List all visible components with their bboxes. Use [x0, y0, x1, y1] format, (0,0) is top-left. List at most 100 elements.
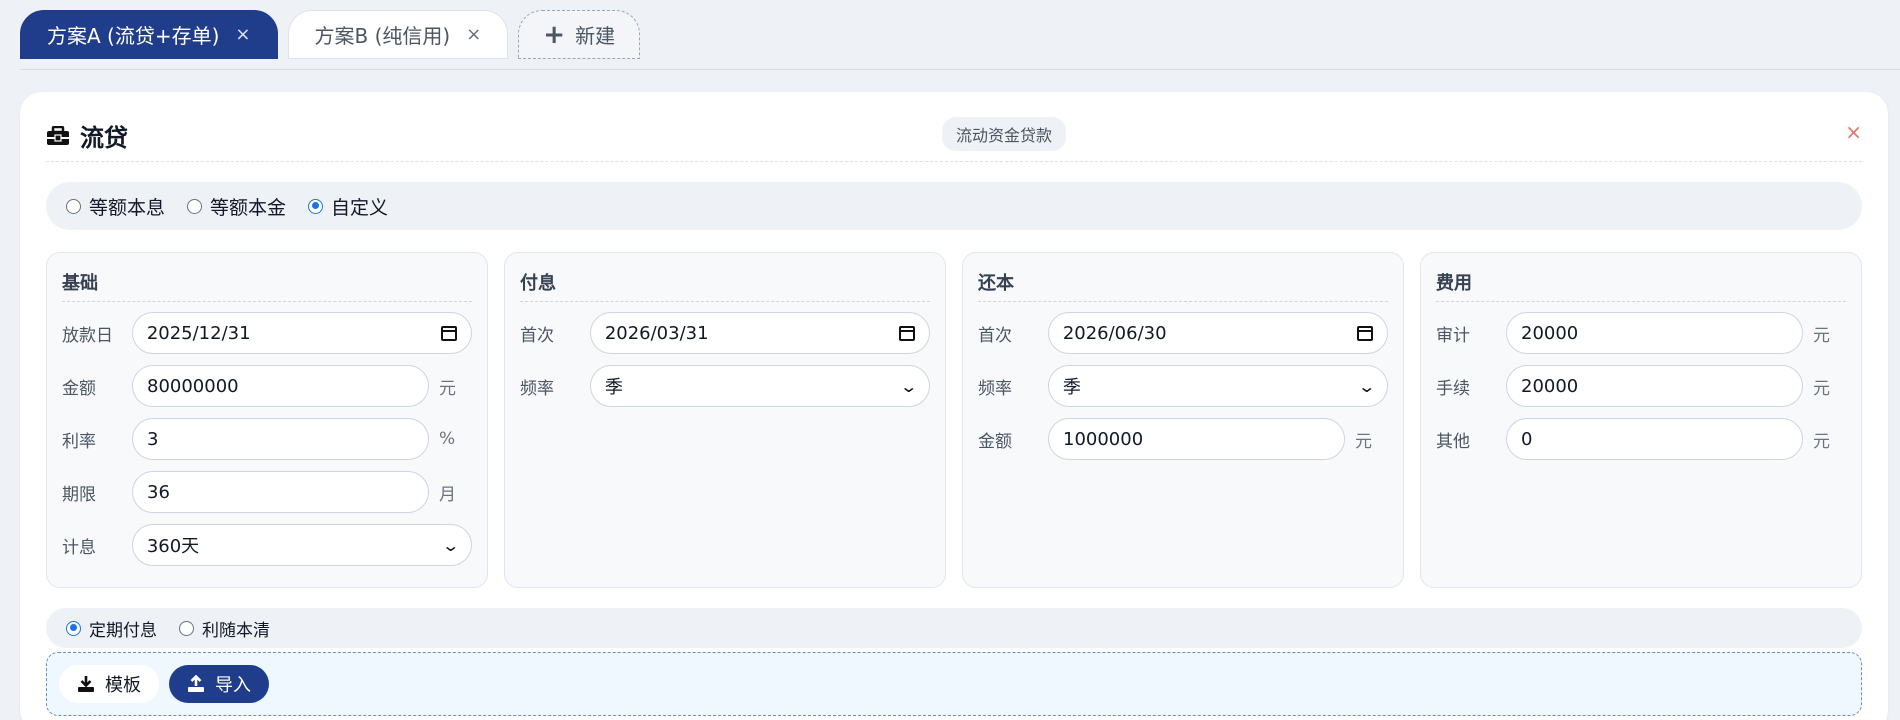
close-icon[interactable]: × — [235, 24, 250, 45]
radio-label: 自定义 — [331, 196, 389, 219]
field-label: 利率 — [62, 431, 96, 452]
panel-fees: 费用 审计 20000 元 手续 20000 元 其他 0 元 — [1420, 252, 1862, 588]
close-icon[interactable]: × — [1845, 120, 1862, 144]
toolbox-icon — [47, 125, 69, 145]
settings-panels: 基础 放款日 2025/12/31 金额 80000000 元 利率 3 % 期… — [46, 252, 1862, 588]
new-tab-button[interactable]: + 新建 — [518, 10, 641, 59]
chevron-down-icon[interactable]: ⌄ — [899, 377, 918, 396]
field-value: 0 — [1521, 428, 1533, 450]
term-input[interactable]: 36 — [132, 471, 429, 513]
field-label: 计息 — [62, 537, 96, 558]
loan-type-badge: 流动资金贷款 — [942, 117, 1067, 151]
day-count-select[interactable]: 360天 ⌄ — [131, 524, 472, 566]
new-tab-label: 新建 — [575, 24, 616, 48]
chevron-down-icon[interactable]: ⌄ — [441, 536, 460, 555]
upload-icon — [188, 675, 204, 692]
chevron-down-icon[interactable]: ⌄ — [1357, 377, 1376, 396]
tab-plan-b[interactable]: 方案B (纯信用) × — [287, 10, 509, 59]
unit-label: 月 — [439, 484, 456, 505]
field-label: 金额 — [62, 378, 96, 399]
unit-label: 元 — [1813, 431, 1830, 452]
principal-frequency-select[interactable]: 季 ⌄ — [1047, 365, 1388, 407]
tab-label: 方案A (流贷+存单) — [47, 24, 220, 48]
field-label: 放款日 — [62, 325, 113, 346]
template-download-button[interactable]: 模板 — [59, 665, 159, 703]
field-value: 360天 — [146, 536, 200, 557]
calendar-icon[interactable] — [899, 325, 915, 341]
calendar-icon[interactable] — [1357, 325, 1373, 341]
import-button[interactable]: 导入 — [169, 665, 269, 703]
radio-interest-with-principal[interactable]: 利随本清 — [179, 616, 270, 641]
field-label: 其他 — [1436, 431, 1470, 452]
card-header: 流贷 流动资金贷款 × — [46, 92, 1862, 162]
panel-title: 还本 — [978, 269, 1388, 302]
close-icon[interactable]: × — [466, 24, 481, 45]
panel-principal: 还本 首次 2026/06/30 频率 季 ⌄ 金额 1000000 元 — [962, 252, 1404, 588]
repayment-mode-group: 等额本息 等额本金 自定义 — [46, 182, 1862, 230]
rate-input[interactable]: 3 — [132, 418, 429, 460]
form-row: 频率 季 ⌄ — [520, 364, 930, 408]
interest-first-date-input[interactable]: 2026/03/31 — [589, 312, 930, 354]
form-row: 金额 80000000 元 — [62, 364, 472, 408]
form-row: 审计 20000 元 — [1436, 311, 1846, 355]
loan-date-input[interactable]: 2025/12/31 — [131, 312, 472, 354]
panel-title: 付息 — [520, 269, 930, 302]
field-value: 20000 — [1521, 322, 1579, 344]
amount-input[interactable]: 80000000 — [132, 365, 429, 407]
handling-fee-input[interactable]: 20000 — [1506, 365, 1803, 407]
radio-circle[interactable] — [179, 620, 194, 636]
field-label: 首次 — [978, 325, 1012, 346]
form-row: 放款日 2025/12/31 — [62, 311, 472, 355]
form-row: 首次 2026/03/31 — [520, 311, 930, 355]
calendar-icon[interactable] — [441, 325, 457, 341]
form-row: 计息 360天 ⌄ — [62, 523, 472, 567]
tab-divider — [20, 69, 1900, 70]
radio-equal-installment[interactable]: 等额本息 — [66, 193, 165, 220]
field-value: 季 — [604, 377, 623, 398]
import-dropzone[interactable]: 模板 导入 — [46, 652, 1862, 716]
other-fee-input[interactable]: 0 — [1506, 418, 1803, 460]
radio-periodic-interest[interactable]: 定期付息 — [66, 616, 157, 641]
principal-amount-input[interactable]: 1000000 — [1048, 418, 1345, 460]
field-value: 2025/12/31 — [146, 322, 251, 344]
principal-first-date-input[interactable]: 2026/06/30 — [1047, 312, 1388, 354]
audit-fee-input[interactable]: 20000 — [1506, 312, 1803, 354]
radio-circle-selected[interactable] — [66, 620, 81, 636]
field-label: 期限 — [62, 484, 96, 505]
radio-label: 等额本金 — [210, 196, 287, 219]
tab-plan-a[interactable]: 方案A (流贷+存单) × — [20, 10, 278, 59]
interest-frequency-select[interactable]: 季 ⌄ — [589, 365, 930, 407]
form-row: 其他 0 元 — [1436, 417, 1846, 461]
radio-label: 定期付息 — [89, 620, 157, 641]
radio-label: 等额本息 — [89, 196, 166, 219]
form-row: 首次 2026/06/30 — [978, 311, 1388, 355]
card-title-text: 流贷 — [80, 124, 128, 152]
plus-icon: + — [543, 19, 566, 50]
radio-equal-principal[interactable]: 等额本金 — [187, 193, 286, 220]
radio-circle[interactable] — [187, 198, 203, 214]
tab-label: 方案B (纯信用) — [314, 24, 451, 48]
button-label: 导入 — [215, 675, 251, 696]
radio-label: 利随本清 — [202, 620, 270, 641]
field-label: 首次 — [520, 325, 554, 346]
field-value: 20000 — [1521, 375, 1579, 397]
form-row: 频率 季 ⌄ — [978, 364, 1388, 408]
radio-circle-selected[interactable] — [308, 198, 324, 214]
field-value: 36 — [147, 481, 170, 503]
download-icon — [78, 676, 94, 692]
form-row: 手续 20000 元 — [1436, 364, 1846, 408]
field-value: 80000000 — [147, 375, 239, 397]
field-value: 季 — [1062, 377, 1081, 398]
radio-circle[interactable] — [66, 198, 81, 214]
interest-mode-group: 定期付息 利随本清 — [46, 608, 1862, 648]
unit-label: 元 — [1355, 431, 1372, 452]
tab-bar: 方案A (流贷+存单) × 方案B (纯信用) × + 新建 — [20, 10, 641, 59]
form-row: 金额 1000000 元 — [978, 417, 1388, 461]
field-label: 频率 — [978, 378, 1012, 399]
card-title: 流贷 — [46, 118, 128, 153]
field-label: 手续 — [1436, 378, 1470, 399]
field-label: 频率 — [520, 378, 554, 399]
unit-label: 元 — [1813, 325, 1830, 346]
radio-custom[interactable]: 自定义 — [308, 193, 388, 220]
form-row: 利率 3 % — [62, 417, 472, 461]
